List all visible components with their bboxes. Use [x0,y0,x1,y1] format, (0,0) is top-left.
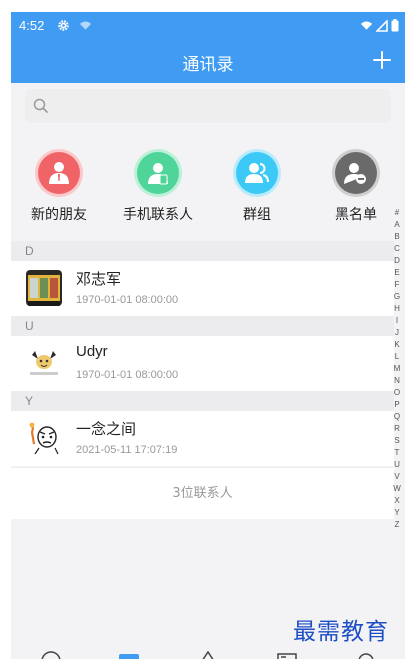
index-letter[interactable]: V [394,471,399,483]
watermark: 最需教育 [293,619,389,645]
search-input[interactable] [25,89,391,123]
news-tab-icon[interactable] [277,651,297,659]
top-bar: 4:52 通讯录 [11,12,405,83]
app-frame: 4:52 通讯录 新的朋友 手机联系人 群组 黑名单 D 邓志军 1970-01… [11,12,405,659]
section-header-d: D [11,241,394,261]
search-icon [33,98,48,113]
contacts-tab-icon[interactable] [119,651,139,659]
battery-icon [391,19,399,32]
contact-row[interactable]: 一念之间 2021-05-11 17:07:19 [11,411,394,466]
discover-tab-icon[interactable] [198,651,218,659]
index-letter[interactable]: S [394,435,399,447]
wifi-off-icon [79,21,92,30]
index-letter[interactable]: F [395,279,400,291]
plus-icon[interactable] [371,49,393,71]
new-friend-icon [38,152,80,194]
index-letter[interactable]: J [395,327,399,339]
index-letter[interactable]: C [394,243,400,255]
contact-avatar [26,270,62,306]
contact-time: 2021-05-11 17:07:19 [76,444,178,456]
wifi-icon [360,21,373,30]
status-bar: 4:52 [11,12,405,40]
index-letter[interactable]: A [394,219,399,231]
quick-label: 手机联系人 [123,207,193,223]
contact-avatar [26,345,62,381]
index-letter[interactable]: E [394,267,399,279]
quick-phone-contacts[interactable]: 手机联系人 [110,142,206,224]
index-letter[interactable]: X [394,495,399,507]
profile-tab-icon[interactable] [356,651,376,659]
quick-label: 新的朋友 [31,207,87,223]
quick-actions: 新的朋友 手机联系人 群组 黑名单 [11,142,394,234]
contact-row[interactable]: 邓志军 1970-01-01 08:00:00 [11,261,394,316]
section-header-y: Y [11,391,394,411]
index-letter[interactable]: N [394,375,400,387]
index-letter[interactable]: W [393,483,401,495]
index-letter[interactable]: R [394,423,400,435]
index-letter[interactable]: M [394,363,401,375]
index-letter[interactable]: # [395,207,399,219]
message-tab-icon[interactable] [41,651,61,659]
contact-count: 3位联系人 [11,467,394,519]
index-letter[interactable]: Z [395,519,400,531]
quick-label: 群组 [243,207,271,223]
quick-new-friends[interactable]: 新的朋友 [11,142,107,224]
blacklist-icon [335,152,377,194]
alphabet-index-bar[interactable]: # A B C D E F G H I J K L M N O P Q R S T U V W X Y Z [391,207,403,531]
signal-icon [376,19,388,32]
index-letter[interactable]: B [394,231,399,243]
index-letter[interactable]: P [394,399,399,411]
contact-time: 1970-01-01 08:00:00 [76,294,179,306]
index-letter[interactable]: O [394,387,400,399]
contact-name: Udyr [76,343,108,360]
index-letter[interactable]: I [396,315,398,327]
index-letter[interactable]: D [394,255,400,267]
page-title: 通讯录 [182,55,234,75]
status-time: 4:52 [19,18,45,33]
index-letter[interactable]: T [395,447,400,459]
index-letter[interactable]: K [394,339,399,351]
index-letter[interactable]: U [394,459,400,471]
section-header-u: U [11,316,394,336]
index-letter[interactable]: L [395,351,399,363]
index-letter[interactable]: G [394,291,400,303]
status-indicators [360,19,399,32]
index-letter[interactable]: Q [394,411,400,423]
quick-groups[interactable]: 群组 [209,142,305,224]
group-icon [236,152,278,194]
contact-time: 1970-01-01 08:00:00 [76,369,179,381]
contact-avatar [26,420,62,456]
index-letter[interactable]: H [394,303,400,315]
quick-blacklist[interactable]: 黑名单 [308,142,404,224]
phone-contacts-icon [137,152,179,194]
settings-gear-icon [58,20,69,31]
contact-name: 邓志军 [76,271,122,288]
quick-label: 黑名单 [335,207,377,223]
bottom-nav [11,647,405,659]
contact-row[interactable]: Udyr 1970-01-01 08:00:00 [11,336,394,391]
index-letter[interactable]: Y [394,507,399,519]
contact-name: 一念之间 [76,421,137,438]
